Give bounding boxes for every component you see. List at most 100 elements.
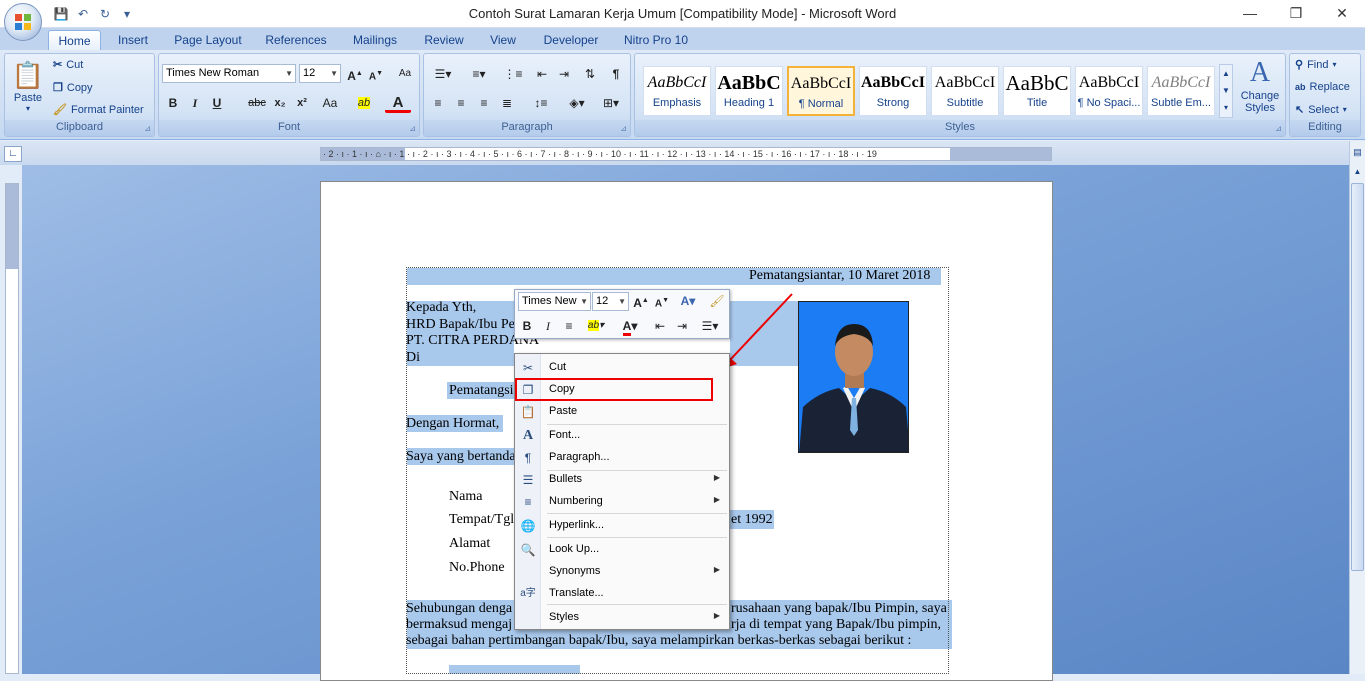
- highlight-color-icon[interactable]: ab: [351, 93, 377, 113]
- style-strong[interactable]: AaBbCcI Strong: [859, 66, 927, 116]
- strikethrough-button[interactable]: abc: [245, 93, 269, 113]
- change-styles-button[interactable]: A Change Styles: [1235, 56, 1285, 120]
- menu-item-font[interactable]: A Font...: [515, 425, 729, 447]
- font-icon: A: [522, 428, 534, 443]
- scrollbar-thumb[interactable]: [1351, 183, 1364, 571]
- dialog-launcher-icon[interactable]: ⊿: [620, 124, 627, 133]
- styles-icon[interactable]: A▾: [675, 291, 701, 311]
- style-subtitle[interactable]: AaBbCcI Subtitle: [931, 66, 999, 116]
- mini-size-select[interactable]: 12 ▼: [592, 292, 629, 311]
- restore-button[interactable]: ❐: [1273, 0, 1319, 28]
- minimize-button[interactable]: —: [1227, 0, 1273, 28]
- tab-developer[interactable]: Developer: [536, 30, 606, 50]
- tab-references[interactable]: References: [258, 30, 334, 50]
- dialog-launcher-icon[interactable]: ⊿: [409, 124, 416, 133]
- tab-nitro[interactable]: Nitro Pro 10: [616, 30, 696, 50]
- bold-icon[interactable]: B: [517, 316, 537, 336]
- menu-item-synonyms[interactable]: Synonyms ▶: [515, 561, 729, 583]
- format-painter-icon[interactable]: 🖌: [707, 291, 727, 311]
- change-case-button[interactable]: Aa: [317, 93, 343, 113]
- format-painter-button[interactable]: 🖌 Format Painter: [53, 103, 144, 117]
- align-right-icon[interactable]: ≡: [474, 93, 494, 113]
- show-formatting-icon[interactable]: ¶: [606, 64, 626, 84]
- underline-button[interactable]: U: [207, 93, 227, 113]
- recipient-line-2: HRD Bapak/Ibu Pe: [406, 317, 515, 332]
- tab-page-layout[interactable]: Page Layout: [168, 30, 248, 50]
- style-heading-1[interactable]: AaBbC Heading 1: [715, 66, 783, 116]
- style-emphasis[interactable]: AaBbCcI Emphasis: [643, 66, 711, 116]
- select-button[interactable]: ↖ Select ▾: [1295, 103, 1347, 117]
- tab-home[interactable]: Home: [48, 30, 101, 50]
- menu-item-paste[interactable]: 📋 Paste: [515, 401, 729, 423]
- find-button[interactable]: ⚲ Find ▾: [1295, 58, 1336, 72]
- scroll-up-icon[interactable]: ▲: [1351, 167, 1364, 181]
- menu-item-numbering[interactable]: ≡ Numbering ▶: [515, 491, 729, 513]
- dialog-launcher-icon[interactable]: ⊿: [144, 124, 151, 133]
- style-normal[interactable]: AaBbCcI ¶ Normal: [787, 66, 855, 116]
- paste-button[interactable]: 📋 Paste ▾: [11, 58, 45, 120]
- menu-item-paragraph[interactable]: ¶ Paragraph...: [515, 447, 729, 469]
- vertical-scrollbar[interactable]: ▤ ▲: [1349, 141, 1365, 674]
- grow-font-icon[interactable]: A▲: [631, 291, 651, 311]
- tab-selector-icon[interactable]: ∟: [4, 146, 22, 162]
- style-no-spacing[interactable]: AaBbCcI ¶ No Spaci...: [1075, 66, 1143, 116]
- menu-item-hyperlink[interactable]: 🌐 Hyperlink...: [515, 515, 729, 537]
- menu-separator: [547, 537, 727, 538]
- tab-review[interactable]: Review: [416, 30, 472, 50]
- align-left-icon[interactable]: ≡: [428, 93, 448, 113]
- font-name-select[interactable]: Times New Roman ▼: [162, 64, 296, 83]
- applicant-photo[interactable]: [798, 301, 909, 453]
- superscript-button[interactable]: x²: [292, 93, 312, 113]
- highlight-icon[interactable]: ab▾: [582, 316, 610, 336]
- tab-insert[interactable]: Insert: [108, 30, 158, 50]
- borders-icon[interactable]: ⊞▾: [596, 93, 626, 113]
- subscript-button[interactable]: x₂: [270, 93, 290, 113]
- grow-font-icon[interactable]: A▲: [345, 64, 365, 84]
- increase-indent-icon[interactable]: ⇥: [672, 316, 692, 336]
- tab-mailings[interactable]: Mailings: [344, 30, 406, 50]
- menu-item-styles[interactable]: Styles ▶: [515, 607, 729, 629]
- ruler-toggle-icon[interactable]: ▤: [1351, 147, 1364, 161]
- italic-icon[interactable]: I: [538, 316, 558, 336]
- align-center-icon[interactable]: ≡: [451, 93, 471, 113]
- shrink-font-icon[interactable]: A▼: [652, 291, 672, 311]
- vertical-ruler[interactable]: [5, 183, 19, 674]
- style-name: ¶ Normal: [798, 98, 844, 110]
- clear-format-icon[interactable]: Aa: [395, 64, 415, 84]
- shrink-font-icon[interactable]: A▼: [366, 64, 386, 84]
- close-button[interactable]: ✕: [1319, 0, 1365, 28]
- bold-button[interactable]: B: [163, 93, 183, 113]
- style-subtle-emphasis[interactable]: AaBbCcI Subtle Em...: [1147, 66, 1215, 116]
- multilevel-list-icon[interactable]: ⋮≡: [498, 64, 528, 84]
- sort-icon[interactable]: ⇅: [580, 64, 600, 84]
- mini-font-select[interactable]: Times New ▼: [518, 292, 591, 311]
- font-color-icon[interactable]: A▾: [616, 316, 644, 336]
- horizontal-ruler[interactable]: · 2 · ı · 1 · ı · ⌂ · ı · 1 · ı · 2 · ı …: [320, 147, 1052, 161]
- replace-button[interactable]: ab Replace: [1295, 81, 1350, 93]
- menu-item-cut[interactable]: ✂ Cut: [515, 357, 729, 379]
- font-color-icon[interactable]: A: [385, 93, 411, 113]
- increase-indent-icon[interactable]: ⇥: [554, 64, 574, 84]
- cut-button[interactable]: ✂ Cut: [53, 58, 83, 72]
- decrease-indent-icon[interactable]: ⇤: [532, 64, 552, 84]
- office-button[interactable]: [4, 3, 42, 41]
- shading-icon[interactable]: ◈▾: [562, 93, 592, 113]
- bullets-icon[interactable]: ☰▾: [428, 64, 458, 84]
- style-title[interactable]: AaBbC Title: [1003, 66, 1071, 116]
- clipboard-group: 📋 Paste ▾ ✂ Cut ❐ Copy 🖌 Format Painter Cli…: [4, 53, 155, 137]
- line-spacing-icon[interactable]: ↕≡: [526, 93, 556, 113]
- dialog-launcher-icon[interactable]: ⊿: [1275, 124, 1282, 133]
- menu-item-bullets[interactable]: ☰ Bullets ▶: [515, 469, 729, 491]
- menu-item-translate[interactable]: a字 Translate...: [515, 583, 729, 605]
- decrease-indent-icon[interactable]: ⇤: [650, 316, 670, 336]
- justify-icon[interactable]: ≣: [497, 93, 517, 113]
- numbering-icon[interactable]: ≡▾: [464, 64, 494, 84]
- styles-scroll[interactable]: ▲ ▼ ▾: [1219, 64, 1233, 118]
- bullets-icon[interactable]: ☰▾: [695, 316, 725, 336]
- font-size-select[interactable]: 12 ▼: [299, 64, 341, 83]
- center-icon[interactable]: ≡: [559, 316, 579, 336]
- tab-view[interactable]: View: [482, 30, 524, 50]
- menu-item-look-up[interactable]: 🔍 Look Up...: [515, 539, 729, 561]
- italic-button[interactable]: I: [185, 93, 205, 113]
- copy-button[interactable]: ❐ Copy: [53, 81, 93, 95]
